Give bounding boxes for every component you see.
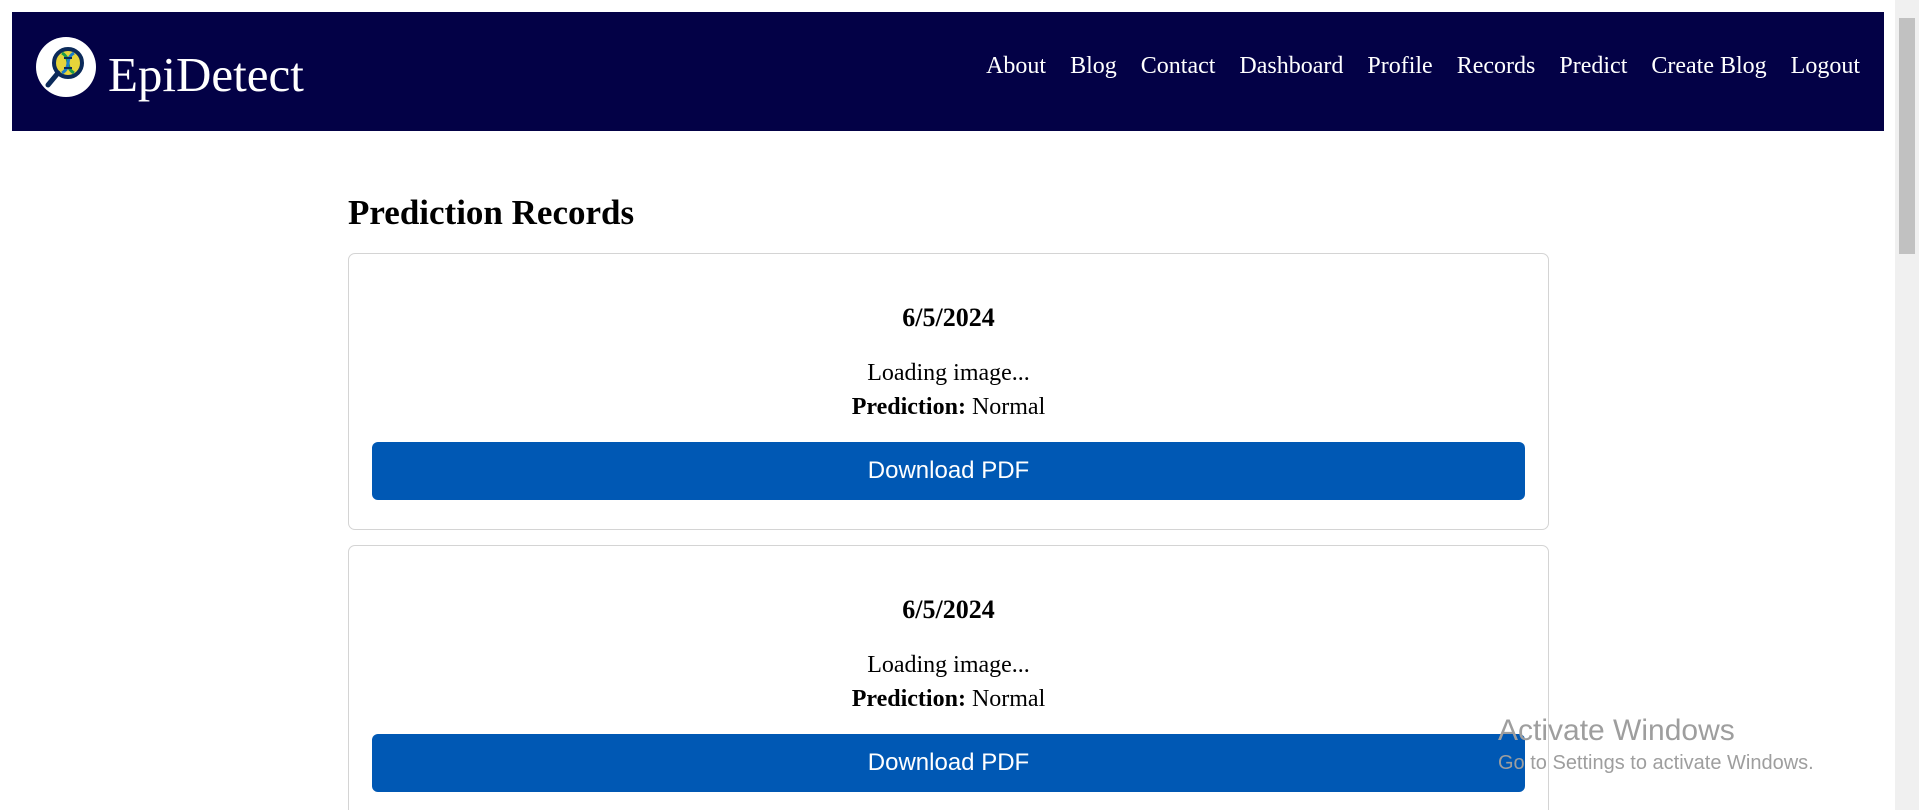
- vertical-scrollbar[interactable]: [1895, 0, 1919, 810]
- nav-contact[interactable]: Contact: [1141, 53, 1216, 80]
- nav-predict[interactable]: Predict: [1559, 53, 1627, 80]
- record-image-status: Loading image...: [867, 652, 1030, 678]
- scrollbar-thumb[interactable]: [1899, 18, 1915, 254]
- download-pdf-button[interactable]: Download PDF: [372, 734, 1525, 792]
- dna-magnifier-icon: [36, 36, 96, 97]
- brand-name: EpiDetect: [108, 47, 304, 102]
- record-date: 6/5/2024: [902, 303, 995, 332]
- watermark-title: Activate Windows: [1498, 714, 1735, 747]
- page: EpiDetect About Blog Contact Dashboard P…: [0, 0, 1919, 810]
- record-prediction: Prediction: Normal: [372, 687, 1525, 711]
- nav-about[interactable]: About: [986, 53, 1046, 80]
- windows-activation-watermark: Activate Windows Go to Settings to activ…: [1498, 714, 1814, 775]
- nav-logout[interactable]: Logout: [1791, 53, 1860, 80]
- records-list: 6/5/2024 Loading image... Prediction: No…: [348, 253, 1549, 810]
- download-pdf-button[interactable]: Download PDF: [372, 442, 1525, 500]
- record-card: 6/5/2024 Loading image... Prediction: No…: [348, 545, 1549, 810]
- record-card: 6/5/2024 Loading image... Prediction: No…: [348, 253, 1549, 530]
- main-content: Prediction Records 6/5/2024 Loading imag…: [348, 180, 1549, 810]
- record-prediction: Prediction: Normal: [372, 395, 1525, 419]
- prediction-value: Normal: [971, 394, 1046, 420]
- record-image-status: Loading image...: [867, 360, 1030, 386]
- nav-dashboard[interactable]: Dashboard: [1239, 53, 1343, 80]
- nav-blog[interactable]: Blog: [1070, 53, 1117, 80]
- prediction-label: Prediction:: [851, 686, 966, 712]
- nav-links: About Blog Contact Dashboard Profile Rec…: [986, 53, 1860, 80]
- nav-profile[interactable]: Profile: [1367, 53, 1432, 80]
- brand[interactable]: EpiDetect: [36, 36, 304, 103]
- navbar: EpiDetect About Blog Contact Dashboard P…: [12, 12, 1884, 131]
- nav-create-blog[interactable]: Create Blog: [1651, 53, 1766, 80]
- prediction-label: Prediction:: [851, 394, 966, 420]
- nav-records[interactable]: Records: [1457, 53, 1536, 80]
- record-date: 6/5/2024: [902, 595, 995, 624]
- prediction-value: Normal: [971, 686, 1046, 712]
- watermark-subtitle: Go to Settings to activate Windows.: [1498, 752, 1814, 774]
- page-title: Prediction Records: [348, 193, 635, 232]
